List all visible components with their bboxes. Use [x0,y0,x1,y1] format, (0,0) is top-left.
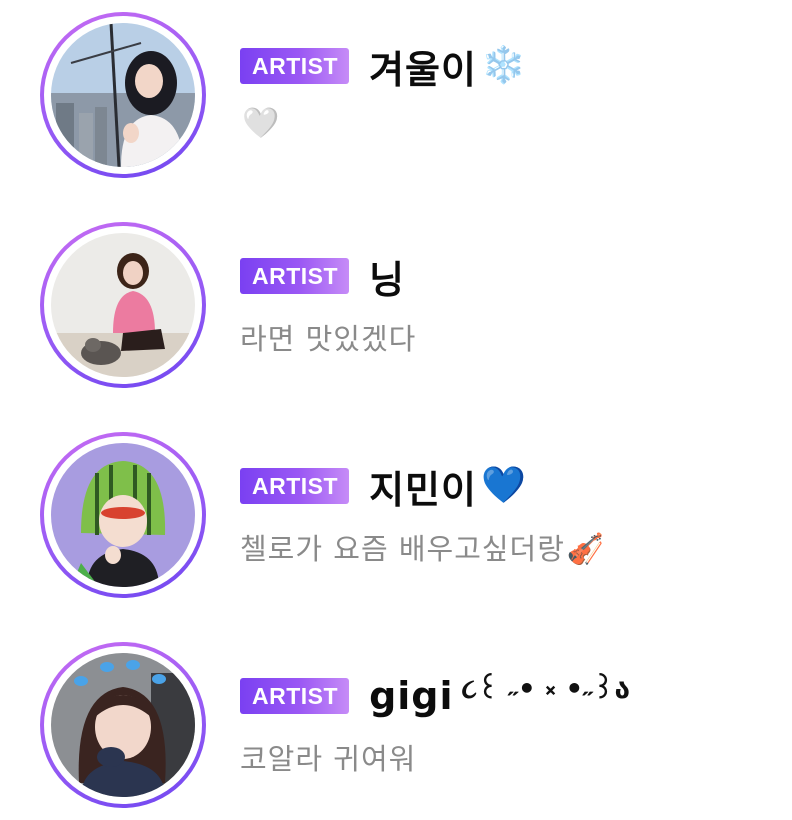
avatar[interactable] [40,642,206,808]
artist-badge: ARTIST [240,258,350,294]
status-text: 라면 맛있겠다 [240,322,417,356]
artist-row[interactable]: ARTIST 지민이 💙 첼로가 요즘 배우고싶더랑🎻 [0,420,792,610]
artist-info: ARTIST gigi ૮꒰ ˶• ༝ •˶꒱ა 코알라 귀여워 [240,670,780,778]
artist-badge: ARTIST [240,468,350,504]
status-message: 첼로가 요즘 배우고싶더랑🎻 [240,526,780,568]
artist-row[interactable]: ARTIST gigi ૮꒰ ˶• ༝ •˶꒱ა 코알라 귀여워 [0,630,792,820]
white-heart-icon: 🤍 [242,106,281,141]
avatar-border [44,16,202,174]
status-message: 라면 맛있겠다 [240,316,780,358]
status-text: 코알라 귀여워 [240,742,417,776]
profile-photo-art [51,233,195,377]
artist-row[interactable]: ARTIST 겨울이 ❄️ 🤍 [0,0,792,190]
name-line: ARTIST 닝 [240,250,780,302]
name-line: ARTIST 지민이 💙 [240,460,780,512]
profile-photo-art [51,653,195,797]
profile-photo-art [51,23,195,167]
artist-info: ARTIST 지민이 💙 첼로가 요즘 배우고싶더랑🎻 [240,460,780,568]
artist-name: gigi [369,674,454,718]
avatar-border [44,226,202,384]
profile-photo [51,23,195,167]
artist-badge: ARTIST [240,678,350,714]
avatar-border [44,436,202,594]
artist-info: ARTIST 닝 라면 맛있겠다 [240,250,780,358]
artist-list: ARTIST 겨울이 ❄️ 🤍 ARTIST 닝 라면 맛있겠다 ARTIST … [0,0,792,813]
avatar[interactable] [40,12,206,178]
avatar-border [44,646,202,804]
profile-photo [51,653,195,797]
violin-icon: 🎻 [566,532,606,567]
kaomoji-face-icon: ૮꒰ ˶• ༝ •˶꒱ა [461,671,630,705]
avatar[interactable] [40,432,206,598]
artist-badge: ARTIST [240,48,350,84]
name-line: ARTIST 겨울이 ❄️ [240,40,780,92]
status-message: 코알라 귀여워 [240,736,780,778]
artist-name: 지민이 [369,467,477,512]
profile-photo [51,443,195,587]
artist-name: 겨울이 [369,47,477,92]
artist-name: 닝 [369,257,406,302]
status-message: 🤍 [240,106,780,141]
artist-info: ARTIST 겨울이 ❄️ 🤍 [240,40,780,141]
status-text: 첼로가 요즘 배우고싶더랑 [240,532,565,566]
snowflake-icon: ❄️ [480,45,526,86]
profile-photo-art [51,443,195,587]
name-line: ARTIST gigi ૮꒰ ˶• ༝ •˶꒱ა [240,670,780,722]
avatar[interactable] [40,222,206,388]
blue-heart-icon: 💙 [480,465,526,506]
profile-photo [51,233,195,377]
artist-row[interactable]: ARTIST 닝 라면 맛있겠다 [0,210,792,400]
